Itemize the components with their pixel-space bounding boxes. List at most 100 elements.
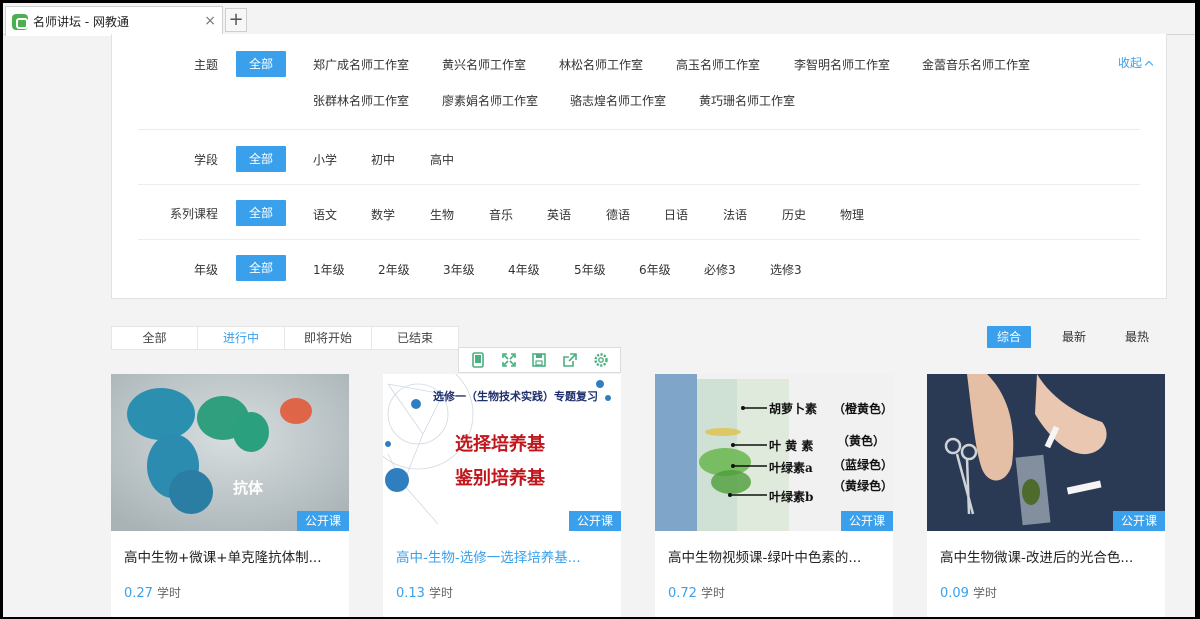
tab-bar: 名师讲坛 - 网教通 × + — [3, 3, 1195, 36]
theme-option[interactable]: 高玉名师工作室 — [676, 56, 760, 73]
stage-option[interactable]: 小学 — [313, 151, 337, 168]
theme-option[interactable]: 廖素娟名师工作室 — [442, 92, 538, 109]
stage-option[interactable]: 高中 — [430, 151, 454, 168]
course-hours: 0.13 学时 — [396, 584, 453, 601]
pigment-color: （黄色） — [837, 434, 886, 448]
series-option[interactable]: 物理 — [840, 206, 864, 223]
theme-option[interactable]: 黄兴名师工作室 — [442, 56, 526, 73]
grade-option[interactable]: 选修3 — [770, 261, 802, 278]
course-title[interactable]: 高中生物+微课+单克隆抗体制... — [124, 546, 342, 566]
theme-option[interactable]: 金蕾音乐名师工作室 — [922, 56, 1030, 73]
tab-finished[interactable]: 已结束 — [372, 326, 459, 350]
tab-title: 名师讲坛 - 网教通 — [33, 15, 129, 29]
filter-label-series: 系列课程 — [169, 207, 218, 221]
slide-heading: 选修一（生物技术实践）专题复习 — [433, 390, 598, 403]
course-card[interactable]: 公开课 高中生物微课-改进后的光合色... 0.09 学时 — [927, 374, 1165, 617]
theme-all-button[interactable]: 全部 — [236, 51, 286, 77]
hours-value: 0.27 — [124, 586, 153, 601]
share-icon[interactable] — [561, 351, 579, 369]
stage-option[interactable]: 初中 — [371, 151, 395, 168]
theme-option[interactable]: 林松名师工作室 — [559, 56, 643, 73]
theme-option[interactable]: 骆志煌名师工作室 — [570, 92, 666, 109]
experiment-photo-illustration — [927, 374, 1165, 531]
pigment-label: 叶绿素b — [769, 490, 814, 504]
hours-unit: 学时 — [972, 586, 997, 600]
theme-option[interactable]: 李智明名师工作室 — [794, 56, 890, 73]
open-class-badge: 公开课 — [841, 511, 893, 531]
series-option[interactable]: 历史 — [782, 206, 806, 223]
stage-all-button[interactable]: 全部 — [236, 146, 286, 172]
grade-option[interactable]: 2年级 — [378, 261, 410, 278]
course-thumbnail: 选修一（生物技术实践）专题复习 选择培养基 鉴别培养基 公开课 — [383, 374, 621, 531]
sort-hottest[interactable]: 最热 — [1117, 326, 1157, 348]
fullscreen-icon[interactable] — [500, 351, 518, 369]
hours-value: 0.13 — [396, 586, 425, 601]
grade-option[interactable]: 6年级 — [639, 261, 671, 278]
open-class-badge: 公开课 — [1113, 511, 1165, 531]
tab-all[interactable]: 全部 — [111, 326, 198, 350]
filter-label-theme: 主题 — [193, 58, 218, 72]
pigment-label: 叶 黄 素 — [769, 439, 814, 453]
series-option[interactable]: 英语 — [547, 206, 571, 223]
course-title[interactable]: 高中-生物-选修一选择培养基... — [396, 546, 614, 566]
pigment-color: （蓝绿色） — [833, 458, 893, 472]
save-icon[interactable] — [530, 351, 548, 369]
tab-ongoing[interactable]: 进行中 — [198, 326, 285, 350]
sort-comprehensive[interactable]: 综合 — [987, 326, 1031, 348]
new-tab-button[interactable]: + — [225, 8, 247, 32]
theme-option[interactable]: 张群林名师工作室 — [313, 92, 409, 109]
series-option[interactable]: 法语 — [723, 206, 747, 223]
pigment-label: 胡萝卜素 — [769, 402, 818, 416]
course-thumbnail: 胡萝卜素 叶 黄 素 叶绿素a 叶绿素b （橙黄色） （黄色） （蓝绿色） （黄… — [655, 374, 893, 531]
hours-unit: 学时 — [700, 586, 725, 600]
hours-unit: 学时 — [156, 586, 181, 600]
settings-icon[interactable] — [592, 351, 610, 369]
grade-option[interactable]: 3年级 — [443, 261, 475, 278]
video-toolbar — [458, 347, 621, 373]
close-icon[interactable]: × — [204, 13, 216, 29]
grade-option[interactable]: 5年级 — [574, 261, 606, 278]
filter-panel: 收起 主题 全部 郑广成名师工作室 黄兴名师工作室 林松名师工作室 高玉名师工作… — [111, 34, 1167, 299]
series-option[interactable]: 德语 — [606, 206, 630, 223]
pigment-color: （黄绿色） — [833, 479, 893, 493]
series-option[interactable]: 语文 — [313, 206, 337, 223]
course-card[interactable]: 胡萝卜素 叶 黄 素 叶绿素a 叶绿素b （橙黄色） （黄色） （蓝绿色） （黄… — [655, 374, 893, 617]
course-hours: 0.72 学时 — [668, 584, 725, 601]
filter-row-stage: 学段 全部 小学 初中 高中 — [112, 130, 1166, 185]
series-all-button[interactable]: 全部 — [236, 200, 286, 226]
hours-value: 0.72 — [668, 586, 697, 601]
course-title[interactable]: 高中生物视频课-绿叶中色素的... — [668, 546, 886, 566]
grade-option[interactable]: 必修3 — [704, 261, 736, 278]
course-thumbnail: 抗体 公开课 — [111, 374, 349, 531]
sort-newest[interactable]: 最新 — [1054, 326, 1094, 348]
tab-upcoming[interactable]: 即将开始 — [285, 326, 372, 350]
course-hours: 0.27 学时 — [124, 584, 181, 601]
course-card[interactable]: 选修一（生物技术实践）专题复习 选择培养基 鉴别培养基 公开课 高中-生物-选修… — [383, 374, 621, 617]
series-option[interactable]: 生物 — [430, 206, 454, 223]
filter-label-stage: 学段 — [193, 153, 218, 167]
browser-tab[interactable]: 名师讲坛 - 网教通 × — [5, 6, 223, 36]
pigment-color: （橙黄色） — [833, 402, 893, 416]
theme-option[interactable]: 黄巧珊名师工作室 — [699, 92, 795, 109]
pigment-label: 叶绿素a — [769, 461, 813, 475]
course-title[interactable]: 高中生物微课-改进后的光合色... — [940, 546, 1158, 566]
course-card[interactable]: 抗体 公开课 高中生物+微课+单克隆抗体制... 0.27 学时 — [111, 374, 349, 617]
antibody-illustration — [111, 374, 349, 531]
grade-all-button[interactable]: 全部 — [236, 255, 286, 281]
slide-line-2: 鉴别培养基 — [455, 468, 545, 489]
series-option[interactable]: 音乐 — [489, 206, 513, 223]
open-class-badge: 公开课 — [569, 511, 621, 531]
series-option[interactable]: 数学 — [371, 206, 395, 223]
status-tabs: 全部 进行中 即将开始 已结束 — [111, 326, 459, 350]
filter-row-grade: 年级 全部 1年级 2年级 3年级 4年级 5年级 6年级 必修3 选修3 — [112, 240, 1166, 299]
thumb-caption: 抗体 — [233, 479, 264, 497]
grade-option[interactable]: 1年级 — [313, 261, 345, 278]
open-class-badge: 公开课 — [297, 511, 349, 531]
filter-row-series: 系列课程 全部 语文 数学 生物 音乐 英语 德语 日语 法语 历史 物理 — [112, 185, 1166, 240]
browser-window: 名师讲坛 - 网教通 × + 收起 主题 全部 郑广成名师工作室 黄兴名师工作室… — [3, 3, 1195, 617]
series-option[interactable]: 日语 — [664, 206, 688, 223]
slide-line-1: 选择培养基 — [455, 434, 545, 455]
tablet-icon[interactable] — [469, 351, 487, 369]
theme-option[interactable]: 郑广成名师工作室 — [313, 56, 409, 73]
grade-option[interactable]: 4年级 — [508, 261, 540, 278]
